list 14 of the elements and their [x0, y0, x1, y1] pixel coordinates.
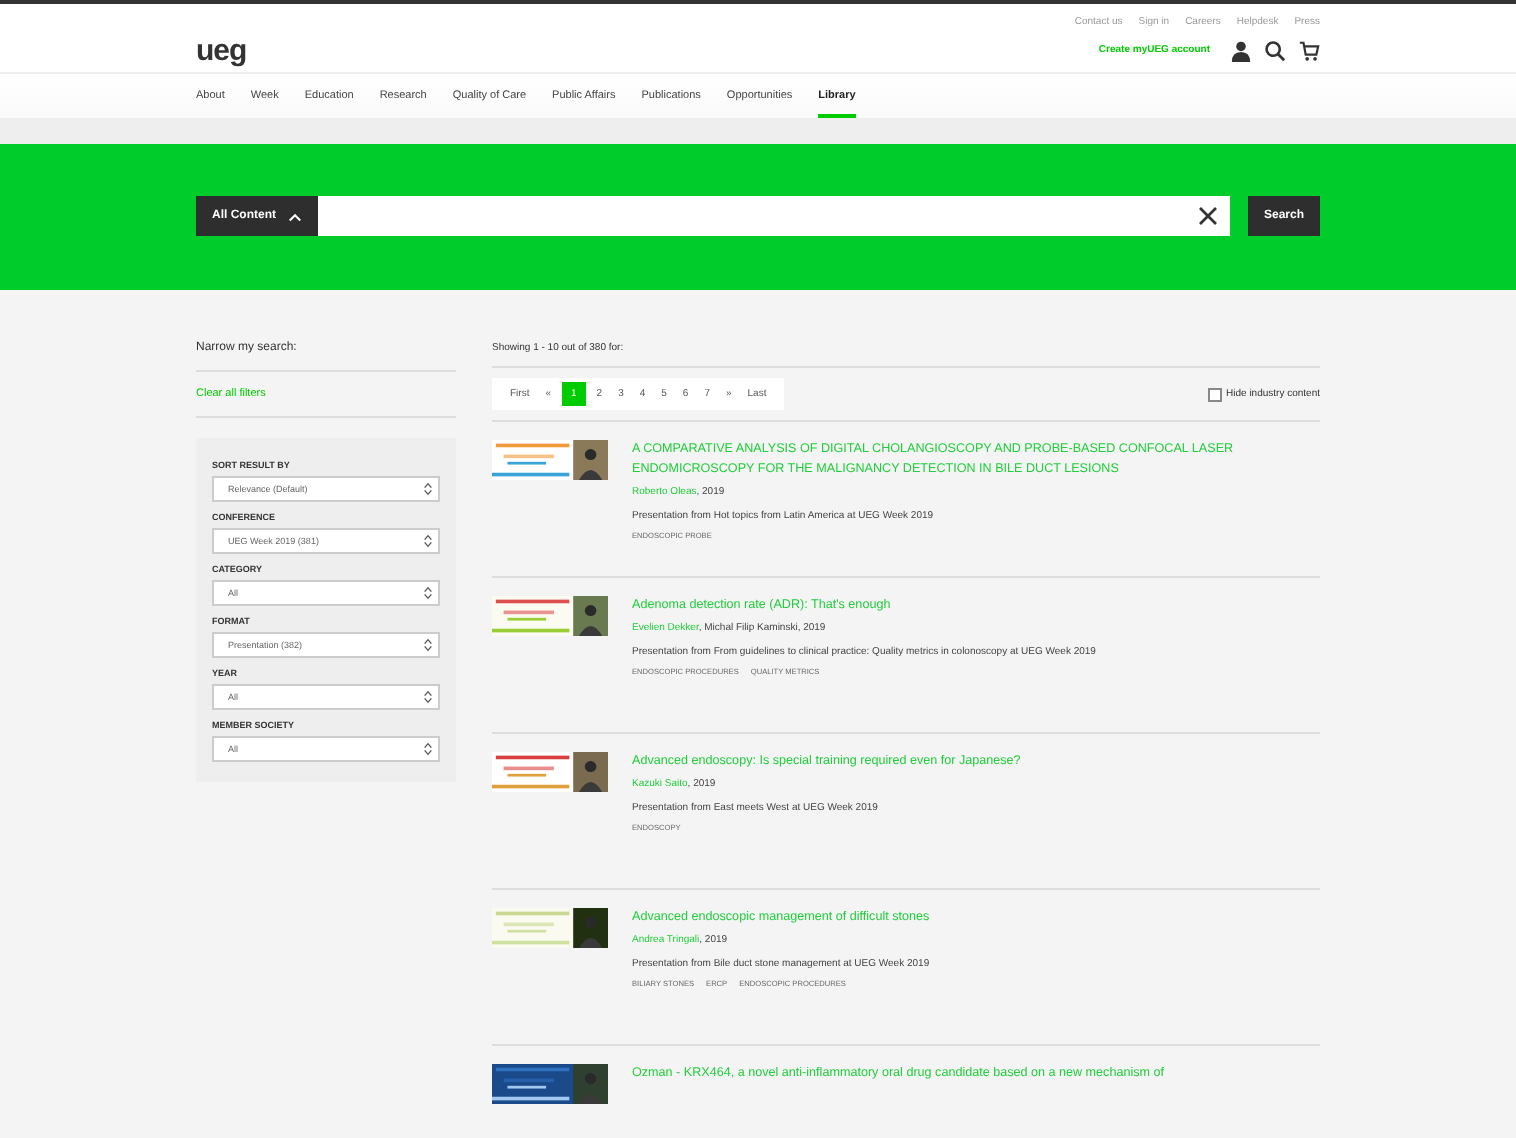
checkbox[interactable]	[1208, 387, 1223, 401]
cart-icon[interactable]	[1298, 39, 1320, 61]
dropdown-arrows-icon	[424, 742, 432, 756]
dropdown-arrows-icon	[424, 690, 432, 704]
search-icon[interactable]	[1264, 39, 1286, 61]
search-field[interactable]	[318, 196, 1230, 236]
user-icon[interactable]	[1230, 39, 1252, 61]
clear-icon[interactable]	[1197, 206, 1218, 226]
dropdown-arrows-icon	[424, 482, 432, 496]
dropdown-arrows-icon	[424, 586, 432, 600]
dropdown-arrows-icon	[424, 638, 432, 652]
dropdown-arrows-icon	[424, 534, 432, 548]
caret-icon	[288, 211, 302, 221]
logo[interactable]: ueg	[196, 33, 247, 67]
